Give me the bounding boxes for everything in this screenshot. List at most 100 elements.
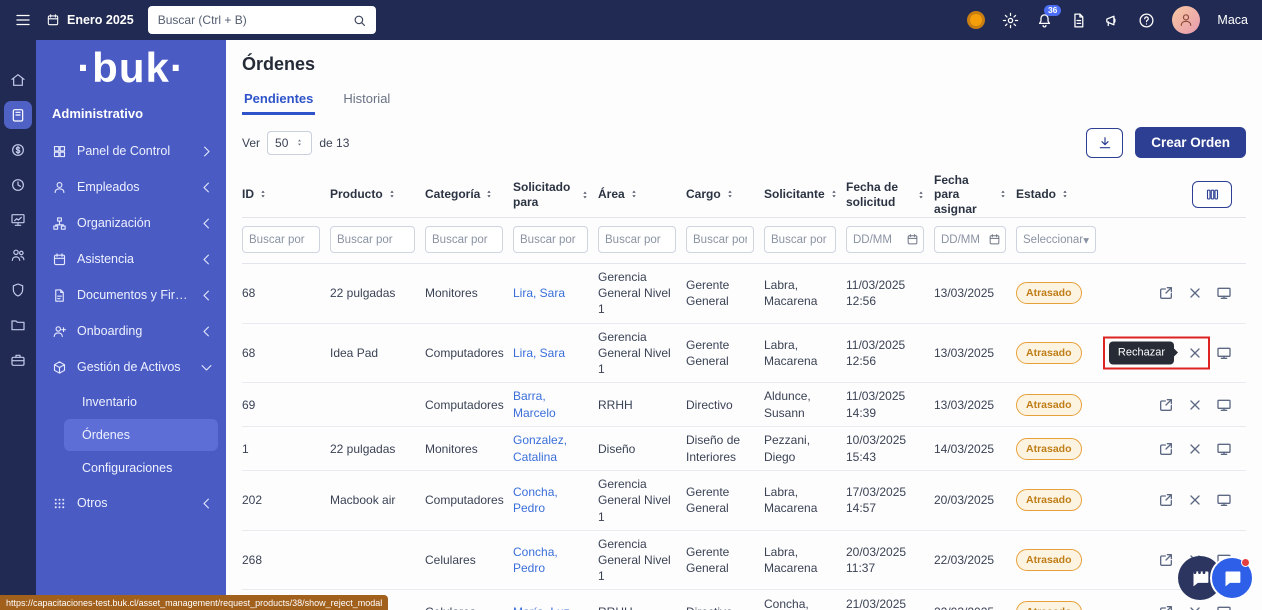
cell-solicitado-para-link[interactable]: Barra, Marcelo (513, 388, 598, 420)
settings-button[interactable] (1002, 12, 1019, 29)
points-icon[interactable] (967, 11, 985, 29)
sidebar-item[interactable]: Otros (36, 485, 226, 521)
filter-id-input[interactable] (242, 226, 320, 253)
box-icon (10, 107, 26, 123)
help-button[interactable] (1138, 12, 1155, 29)
detail-button[interactable] (1216, 441, 1232, 457)
tab[interactable]: Pendientes (242, 87, 315, 115)
sidebar-subitem[interactable]: Inventario (36, 386, 218, 418)
sort-icon[interactable] (1060, 188, 1070, 200)
sort-icon[interactable] (484, 188, 494, 200)
cell-solicitado-para-link[interactable]: Concha, Pedro (513, 544, 598, 576)
assign-button[interactable] (1158, 397, 1174, 413)
column-header[interactable]: Estado (1016, 187, 1106, 201)
assign-button[interactable] (1158, 285, 1174, 301)
detail-button[interactable] (1216, 492, 1232, 508)
sort-icon[interactable] (629, 188, 639, 200)
cell-solicitado-para-link[interactable]: María, Luz (513, 604, 598, 610)
column-header[interactable]: Área (598, 187, 686, 201)
sidebar-item[interactable]: Empleados (36, 169, 226, 205)
rail-item[interactable] (4, 171, 32, 199)
detail-button[interactable] (1216, 604, 1232, 610)
column-header[interactable]: ID (242, 187, 330, 201)
sort-icon[interactable] (998, 188, 1008, 200)
filter-area-input[interactable] (598, 226, 676, 253)
period-selector[interactable]: Enero 2025 (46, 13, 134, 27)
reject-button[interactable] (1187, 285, 1203, 301)
rail-item[interactable] (4, 311, 32, 339)
sidebar-item[interactable]: Documentos y Firma (36, 277, 226, 313)
rail-item[interactable] (4, 206, 32, 234)
chevron-icon (199, 288, 214, 303)
column-picker-button[interactable] (1192, 181, 1232, 208)
column-header[interactable]: Cargo (686, 187, 764, 201)
sidebar-item[interactable]: Gestión de Activos (36, 349, 226, 385)
assign-button[interactable] (1158, 604, 1174, 610)
notifications-button[interactable]: 36 (1036, 12, 1053, 29)
cell-solicitado-para-link[interactable]: Gonzalez, Catalina (513, 432, 598, 464)
documents-button[interactable] (1070, 12, 1087, 29)
cell-solicitado-para-link[interactable]: Lira, Sara (513, 285, 598, 301)
calendar-icon[interactable] (988, 233, 1001, 246)
sort-icon[interactable] (387, 188, 397, 200)
sort-icon[interactable] (916, 189, 926, 201)
sidebar-subitem[interactable]: Órdenes (64, 419, 218, 451)
reject-button[interactable] (1187, 397, 1203, 413)
download-button[interactable] (1086, 128, 1123, 158)
user-icon (1178, 12, 1194, 28)
sidebar-item[interactable]: Organización (36, 205, 226, 241)
cell-solicitado-para-link[interactable]: Concha, Pedro (513, 484, 598, 516)
calendar-icon[interactable] (906, 233, 919, 246)
filter-producto-input[interactable] (330, 226, 415, 253)
sort-icon[interactable] (580, 189, 590, 201)
sidebar-subitem[interactable]: Configuraciones (36, 452, 218, 484)
column-header[interactable]: Producto (330, 187, 425, 201)
rail-item[interactable] (4, 101, 32, 129)
filter-solicitante-input[interactable] (764, 226, 836, 253)
column-header[interactable]: Fecha de solicitud (846, 180, 934, 209)
create-order-button[interactable]: Crear Orden (1135, 127, 1246, 158)
assign-button[interactable] (1158, 492, 1174, 508)
detail-button[interactable] (1216, 285, 1232, 301)
avatar[interactable] (1172, 6, 1200, 34)
sort-icon[interactable] (829, 188, 839, 200)
rail-item[interactable] (4, 241, 32, 269)
detail-button[interactable] (1216, 397, 1232, 413)
filter-cargo-input[interactable] (686, 226, 754, 253)
column-header[interactable]: Solicitado para (513, 180, 598, 209)
column-header[interactable]: Fecha para asignar (934, 173, 1016, 216)
cell-solicitado-para-link[interactable]: Lira, Sara (513, 345, 598, 361)
table-row: 268 Celulares Concha, Pedro Gerencia Gen… (242, 531, 1246, 591)
assign-button[interactable] (1158, 552, 1174, 568)
sidebar-item[interactable]: Onboarding (36, 313, 226, 349)
sidebar-item[interactable]: Panel de Control (36, 133, 226, 169)
page-size-select[interactable]: 50 (267, 131, 312, 155)
reject-button[interactable] (1187, 492, 1203, 508)
cell-fecha-asignar: 13/03/2025 (934, 397, 1016, 413)
search-icon[interactable] (352, 13, 367, 28)
announcements-button[interactable] (1104, 12, 1121, 29)
column-header[interactable]: Solicitante (764, 187, 846, 201)
assign-button[interactable] (1158, 441, 1174, 457)
cell-id: 1 (242, 441, 330, 457)
filter-categoria-input[interactable] (425, 226, 503, 253)
reject-button[interactable] (1187, 441, 1203, 457)
rail-item[interactable] (4, 66, 32, 94)
reject-button[interactable] (1187, 604, 1203, 610)
tab[interactable]: Historial (341, 87, 392, 115)
hamburger-menu-button[interactable] (14, 11, 32, 29)
chat-fab-primary[interactable] (1210, 556, 1254, 600)
detail-button[interactable] (1216, 345, 1232, 361)
column-header[interactable]: Categoría (425, 187, 513, 201)
sort-icon[interactable] (725, 188, 735, 200)
search-input[interactable] (148, 6, 376, 34)
sidebar-item-label: Documentos y Firma (77, 288, 189, 302)
filter-estado-select[interactable]: Seleccionar ▾ (1016, 226, 1096, 253)
screen-icon (1216, 492, 1232, 508)
filter-solicitado-para-input[interactable] (513, 226, 588, 253)
sort-icon[interactable] (258, 188, 268, 200)
sidebar-item[interactable]: Asistencia (36, 241, 226, 277)
rail-item[interactable] (4, 136, 32, 164)
rail-item[interactable] (4, 276, 32, 304)
rail-item[interactable] (4, 346, 32, 374)
